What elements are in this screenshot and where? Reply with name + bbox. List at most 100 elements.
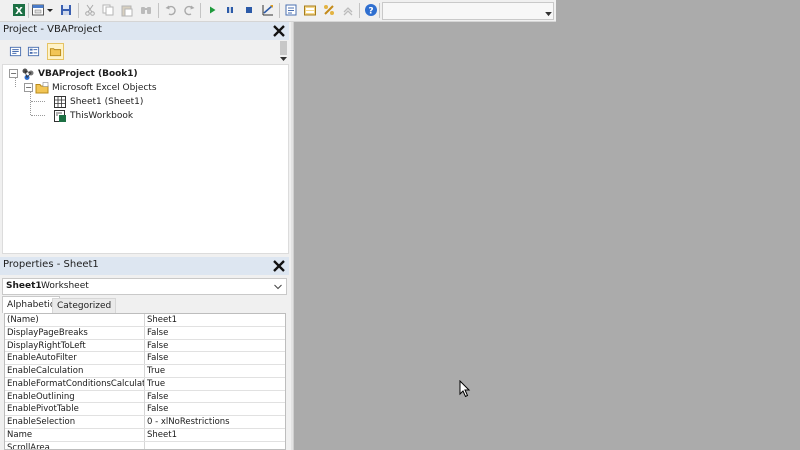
property-name: EnableOutlining: [5, 390, 145, 403]
help-icon[interactable]: ?: [364, 3, 378, 17]
project-explorer-icon[interactable]: [284, 3, 298, 17]
run-icon[interactable]: [205, 3, 219, 17]
collapse-icon[interactable]: −: [24, 83, 33, 92]
tree-node-thisworkbook[interactable]: ThisWorkbook: [53, 109, 133, 122]
property-row[interactable]: EnablePivotTable False: [5, 403, 285, 416]
project-pane-titlebar: Project - VBAProject: [0, 22, 289, 40]
property-name: (Name): [5, 314, 145, 326]
save-icon[interactable]: [59, 3, 73, 17]
tree-node-sheet1[interactable]: Sheet1 (Sheet1): [53, 95, 143, 108]
property-row[interactable]: ScrollArea: [5, 441, 285, 450]
tree-node-vbaproject[interactable]: − VBAProject (Book1): [9, 67, 138, 80]
properties-tabs: Alphabetic Categorized: [2, 296, 287, 313]
standard-toolbar: X ?: [0, 0, 556, 22]
property-name: EnableAutoFilter: [5, 352, 145, 365]
undo-icon[interactable]: [164, 3, 178, 17]
excel-view-icon[interactable]: X: [12, 3, 26, 17]
properties-window-icon[interactable]: [303, 3, 317, 17]
property-value[interactable]: Sheet1: [146, 429, 285, 441]
tree-connector: [30, 91, 31, 115]
svg-text:?: ?: [368, 7, 373, 17]
property-row[interactable]: DisplayRightToLeft False: [5, 339, 285, 353]
project-pane-toolbar: [0, 40, 289, 64]
project-pane-title: Project - VBAProject: [3, 24, 102, 35]
mouse-cursor-icon: [459, 379, 471, 398]
dock-splitter[interactable]: [291, 22, 294, 450]
folder-icon: [35, 81, 49, 93]
view-object-icon[interactable]: [25, 43, 42, 60]
object-selector[interactable]: Sheet1 Worksheet: [2, 278, 287, 295]
paste-icon[interactable]: [120, 3, 134, 17]
tree-node-label: ThisWorkbook: [70, 110, 134, 121]
toolbar-separator: [279, 3, 280, 18]
toolbar-separator: [158, 3, 159, 18]
toggle-folders-icon[interactable]: [47, 43, 64, 60]
property-name: DisplayPageBreaks: [5, 326, 145, 339]
property-row[interactable]: EnableCalculation True: [5, 365, 285, 378]
close-icon[interactable]: [271, 258, 287, 274]
close-icon[interactable]: [271, 23, 287, 39]
dropdown-arrow-icon[interactable]: [46, 3, 54, 17]
property-value[interactable]: 0 - xlNoRestrictions: [146, 416, 285, 428]
code-workspace[interactable]: [295, 22, 800, 450]
tab-categorized[interactable]: Categorized: [52, 298, 117, 313]
properties-pane-title: Properties - Sheet1: [3, 259, 99, 270]
chevron-down-icon[interactable]: [273, 281, 283, 292]
toolbar-separator: [78, 3, 79, 18]
property-value[interactable]: False: [146, 327, 285, 339]
object-type: Worksheet: [41, 281, 89, 291]
worksheet-icon: [54, 95, 66, 108]
property-value[interactable]: True: [146, 365, 285, 377]
property-row[interactable]: EnableSelection 0 - xlNoRestrictions: [5, 416, 285, 429]
collapse-icon[interactable]: −: [9, 69, 18, 78]
property-name: EnableSelection: [5, 416, 145, 428]
redo-icon[interactable]: [182, 3, 196, 17]
tree-node-label: Microsoft Excel Objects: [52, 82, 157, 93]
location-combo[interactable]: [382, 2, 554, 20]
properties-grid: (Name) Sheet1 DisplayPageBreaks False Displa…: [4, 313, 286, 450]
workbook-icon: [54, 109, 66, 122]
property-value[interactable]: False: [146, 340, 285, 352]
tree-node-label: VBAProject (Book1): [38, 68, 138, 79]
toolbox-icon[interactable]: [341, 3, 355, 17]
reset-icon[interactable]: [242, 3, 256, 17]
copy-icon[interactable]: [101, 3, 115, 17]
find-icon[interactable]: [139, 3, 153, 17]
tree-scrollbar[interactable]: [278, 40, 289, 64]
design-mode-icon[interactable]: [261, 3, 275, 17]
property-name: ScrollArea: [5, 441, 145, 449]
property-value[interactable]: False: [146, 391, 285, 403]
property-value[interactable]: [146, 442, 285, 450]
tree-connector: [31, 115, 45, 116]
project-tree: − VBAProject (Book1) − Microsoft Excel O…: [2, 64, 289, 254]
properties-pane-titlebar: Properties - Sheet1: [0, 257, 289, 275]
property-row[interactable]: EnableFormatConditionsCalculation True: [5, 377, 285, 391]
property-name: EnableFormatConditionsCalculation: [7, 377, 145, 390]
property-value[interactable]: False: [146, 352, 285, 364]
toolbar-separator: [28, 3, 29, 18]
property-value[interactable]: True: [146, 378, 285, 390]
property-value[interactable]: False: [146, 403, 285, 415]
tree-node-excel-objects[interactable]: − Microsoft Excel Objects: [24, 81, 157, 94]
object-browser-icon[interactable]: [322, 3, 336, 17]
property-name: EnableCalculation: [5, 365, 145, 377]
svg-text:X: X: [15, 6, 23, 17]
cut-icon[interactable]: [83, 3, 97, 17]
property-row[interactable]: EnableAutoFilter False: [5, 352, 285, 365]
property-name: Name: [5, 428, 145, 441]
property-row[interactable]: DisplayPageBreaks False: [5, 326, 285, 340]
toolbar-separator: [200, 3, 201, 18]
property-row[interactable]: Name Sheet1: [5, 428, 285, 442]
property-row[interactable]: EnableOutlining False: [5, 390, 285, 404]
break-icon[interactable]: [223, 3, 237, 17]
toolbar-separator: [379, 3, 380, 18]
tree-connector: [31, 101, 45, 102]
vbaproject-icon: [22, 68, 34, 80]
chevron-down-icon[interactable]: [543, 3, 553, 19]
tree-node-label: Sheet1 (Sheet1): [70, 96, 144, 107]
view-code-icon[interactable]: [7, 43, 24, 60]
property-row[interactable]: (Name) Sheet1: [5, 314, 285, 327]
insert-userform-icon[interactable]: [31, 3, 45, 17]
property-value[interactable]: Sheet1: [146, 314, 285, 326]
property-name: DisplayRightToLeft: [5, 339, 145, 352]
